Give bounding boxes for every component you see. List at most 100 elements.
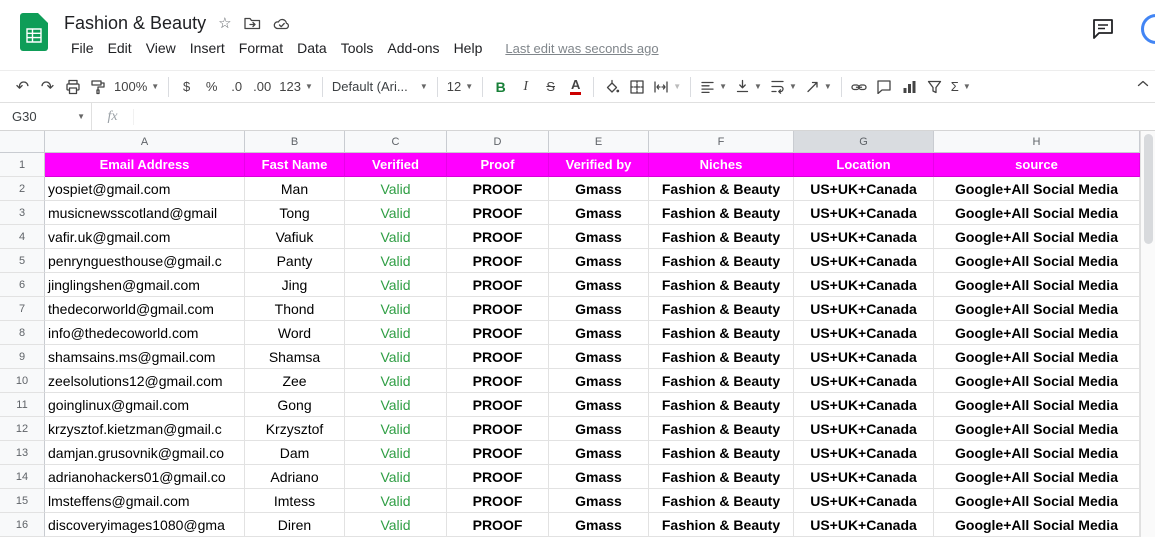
cell[interactable]: Google+All Social Media	[934, 417, 1140, 441]
cell[interactable]: lmsteffens@gmail.com	[45, 489, 245, 513]
cell[interactable]: goinglinux@gmail.com	[45, 393, 245, 417]
cell[interactable]: Google+All Social Media	[934, 345, 1140, 369]
cell[interactable]: adrianohackers01@gmail.co	[45, 465, 245, 489]
column-header-F[interactable]: F	[649, 131, 794, 153]
menu-data[interactable]: Data	[290, 37, 334, 59]
cell[interactable]: PROOF	[447, 513, 549, 537]
paint-format-button[interactable]	[85, 75, 110, 99]
cell[interactable]: PROOF	[447, 321, 549, 345]
cell[interactable]: Fashion & Beauty	[649, 489, 794, 513]
cell[interactable]: Gmass	[549, 465, 649, 489]
row-header-3[interactable]: 3	[0, 201, 45, 225]
strikethrough-button[interactable]: S	[538, 75, 563, 99]
header-cell[interactable]: Proof	[447, 153, 549, 177]
print-button[interactable]	[60, 75, 85, 99]
cell[interactable]: Gmass	[549, 225, 649, 249]
row-header-6[interactable]: 6	[0, 273, 45, 297]
move-folder-icon[interactable]	[244, 16, 261, 30]
cell[interactable]: zeelsolutions12@gmail.com	[45, 369, 245, 393]
insert-comment-button[interactable]	[872, 75, 897, 99]
column-header-E[interactable]: E	[549, 131, 649, 153]
cell[interactable]: Adriano	[245, 465, 345, 489]
cell[interactable]: Fashion & Beauty	[649, 249, 794, 273]
cell[interactable]: US+UK+Canada	[794, 297, 934, 321]
cell[interactable]: PROOF	[447, 177, 549, 201]
cell[interactable]: US+UK+Canada	[794, 177, 934, 201]
cell[interactable]: Valid	[345, 465, 447, 489]
bold-button[interactable]: B	[488, 75, 513, 99]
cell[interactable]: Valid	[345, 321, 447, 345]
cell[interactable]: Valid	[345, 441, 447, 465]
cell[interactable]: Fashion & Beauty	[649, 417, 794, 441]
cell[interactable]: PROOF	[447, 465, 549, 489]
cell[interactable]: Google+All Social Media	[934, 249, 1140, 273]
horizontal-align-button[interactable]: ▼	[696, 75, 731, 99]
insert-link-button[interactable]	[847, 75, 872, 99]
fill-color-button[interactable]	[599, 75, 624, 99]
cell[interactable]: Fashion & Beauty	[649, 273, 794, 297]
text-rotation-button[interactable]: ▼	[801, 75, 836, 99]
format-currency-button[interactable]: $	[174, 75, 199, 99]
cell[interactable]: Valid	[345, 489, 447, 513]
merge-cells-button[interactable]: ▼	[649, 75, 685, 99]
cell[interactable]: Valid	[345, 225, 447, 249]
header-cell[interactable]: source	[934, 153, 1140, 177]
zoom-select[interactable]: 100%▼	[110, 75, 163, 99]
row-header-15[interactable]: 15	[0, 489, 45, 513]
menu-tools[interactable]: Tools	[334, 37, 381, 59]
menu-insert[interactable]: Insert	[183, 37, 232, 59]
cell[interactable]: Valid	[345, 513, 447, 537]
cell[interactable]: Dam	[245, 441, 345, 465]
cell[interactable]: US+UK+Canada	[794, 225, 934, 249]
cell[interactable]: Jing	[245, 273, 345, 297]
header-cell[interactable]: Fast Name	[245, 153, 345, 177]
cell[interactable]: Valid	[345, 345, 447, 369]
row-header-10[interactable]: 10	[0, 369, 45, 393]
avatar[interactable]	[1141, 14, 1155, 44]
cell[interactable]: Gmass	[549, 369, 649, 393]
cell[interactable]: Gmass	[549, 201, 649, 225]
last-edit-status[interactable]: Last edit was seconds ago	[505, 41, 658, 56]
cell[interactable]: discoveryimages1080@gma	[45, 513, 245, 537]
row-header-5[interactable]: 5	[0, 249, 45, 273]
row-header-4[interactable]: 4	[0, 225, 45, 249]
cell[interactable]: Panty	[245, 249, 345, 273]
cell[interactable]: PROOF	[447, 417, 549, 441]
cell[interactable]: PROOF	[447, 225, 549, 249]
column-header-G[interactable]: G	[794, 131, 934, 153]
select-all-corner[interactable]	[0, 131, 45, 153]
cell[interactable]: US+UK+Canada	[794, 441, 934, 465]
redo-button[interactable]: ↷	[35, 75, 60, 99]
cell[interactable]: PROOF	[447, 441, 549, 465]
cell[interactable]: US+UK+Canada	[794, 321, 934, 345]
cell[interactable]: Valid	[345, 297, 447, 321]
vertical-align-button[interactable]: ▼	[731, 75, 766, 99]
cell[interactable]: thedecorworld@gmail.com	[45, 297, 245, 321]
text-color-button[interactable]: A	[563, 75, 588, 99]
cell[interactable]: Gmass	[549, 273, 649, 297]
formula-input[interactable]	[134, 103, 1155, 130]
more-formats-button[interactable]: 123▼	[275, 75, 317, 99]
cell[interactable]: yospiet@gmail.com	[45, 177, 245, 201]
row-header-9[interactable]: 9	[0, 345, 45, 369]
cell[interactable]: Google+All Social Media	[934, 393, 1140, 417]
doc-title[interactable]: Fashion & Beauty	[64, 13, 206, 34]
header-cell[interactable]: Verified by	[549, 153, 649, 177]
cell[interactable]: Fashion & Beauty	[649, 513, 794, 537]
cell[interactable]: Shamsa	[245, 345, 345, 369]
cell[interactable]: Google+All Social Media	[934, 465, 1140, 489]
cell[interactable]: US+UK+Canada	[794, 465, 934, 489]
column-header-C[interactable]: C	[345, 131, 447, 153]
cell[interactable]: musicnewsscotland@gmail	[45, 201, 245, 225]
cell[interactable]: Valid	[345, 417, 447, 441]
cell[interactable]: Tong	[245, 201, 345, 225]
column-header-B[interactable]: B	[245, 131, 345, 153]
menu-edit[interactable]: Edit	[101, 37, 139, 59]
filter-button[interactable]	[922, 75, 947, 99]
scrollbar-thumb[interactable]	[1144, 134, 1153, 244]
cell[interactable]: Fashion & Beauty	[649, 297, 794, 321]
row-header-12[interactable]: 12	[0, 417, 45, 441]
cell[interactable]: Google+All Social Media	[934, 201, 1140, 225]
row-header-2[interactable]: 2	[0, 177, 45, 201]
undo-button[interactable]: ↶	[10, 75, 35, 99]
